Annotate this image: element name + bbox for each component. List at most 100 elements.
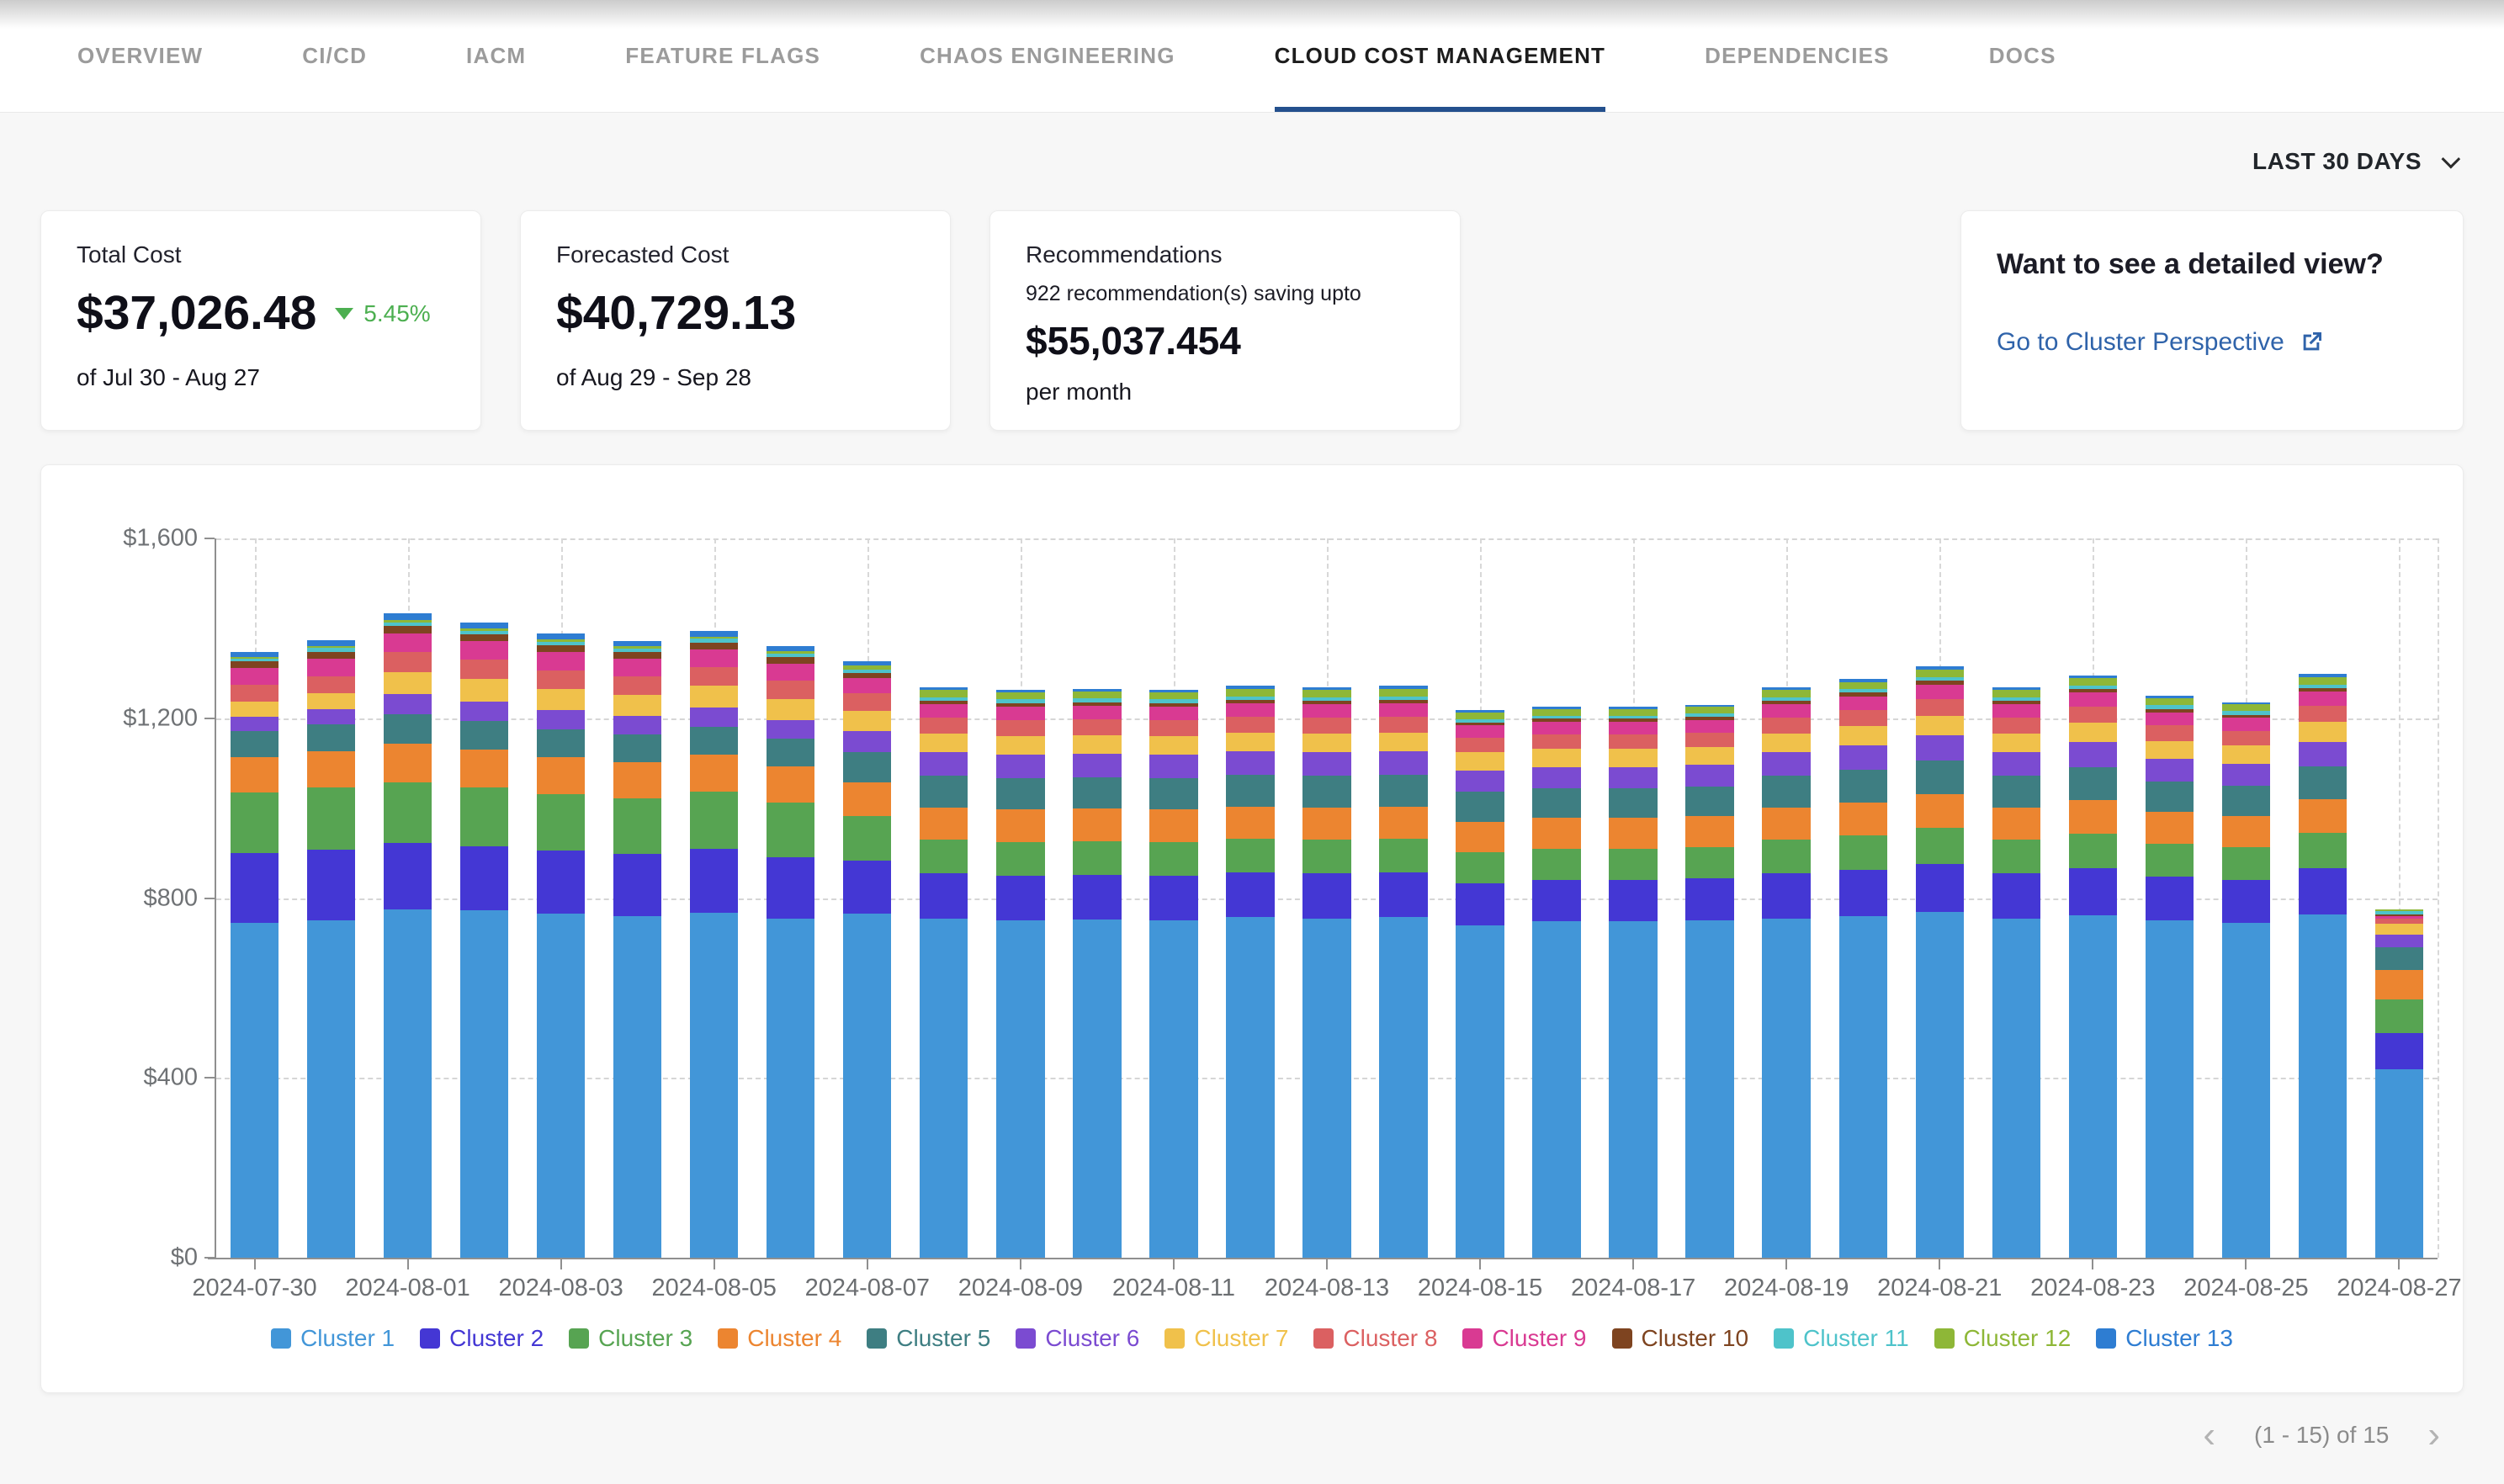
bar-segment-cluster-7[interactable] — [1916, 716, 1964, 736]
bar-segment-cluster-3[interactable] — [307, 787, 355, 850]
bar-segment-cluster-4[interactable] — [1916, 794, 1964, 829]
bar-segment-cluster-1[interactable] — [1685, 920, 1733, 1258]
bar-segment-cluster-7[interactable] — [2069, 723, 2117, 742]
bar-segment-cluster-12[interactable] — [2069, 678, 2117, 686]
bar-segment-cluster-10[interactable] — [231, 661, 279, 667]
bar-segment-cluster-5[interactable] — [2146, 782, 2194, 812]
bar-segment-cluster-3[interactable] — [1456, 852, 1504, 883]
bar-segment-cluster-1[interactable] — [1379, 917, 1427, 1258]
bar-segment-cluster-7[interactable] — [231, 702, 279, 717]
bar-segment-cluster-1[interactable] — [920, 919, 968, 1258]
bar-segment-cluster-7[interactable] — [1685, 747, 1733, 765]
bar-segment-cluster-6[interactable] — [1456, 771, 1504, 792]
bar-segment-cluster-9[interactable] — [2222, 718, 2270, 730]
bar-segment-cluster-12[interactable] — [1456, 713, 1504, 719]
bar-2024-08-05[interactable] — [690, 631, 738, 1258]
bar-segment-cluster-4[interactable] — [2146, 812, 2194, 843]
bar-segment-cluster-3[interactable] — [1916, 828, 1964, 864]
bar-segment-cluster-4[interactable] — [2375, 970, 2423, 999]
bar-segment-cluster-4[interactable] — [1532, 818, 1580, 848]
bar-2024-08-20[interactable] — [1839, 679, 1887, 1258]
bar-segment-cluster-7[interactable] — [2375, 924, 2423, 935]
bar-segment-cluster-9[interactable] — [2299, 692, 2347, 706]
bar-segment-cluster-1[interactable] — [1992, 919, 2040, 1258]
bar-segment-cluster-2[interactable] — [1149, 876, 1197, 920]
bar-2024-08-02[interactable] — [460, 623, 508, 1258]
bar-segment-cluster-9[interactable] — [384, 633, 432, 652]
bar-segment-cluster-4[interactable] — [2299, 799, 2347, 833]
bar-segment-cluster-1[interactable] — [2299, 914, 2347, 1258]
bar-segment-cluster-1[interactable] — [1532, 921, 1580, 1258]
bar-segment-cluster-3[interactable] — [2146, 844, 2194, 877]
bar-segment-cluster-2[interactable] — [996, 876, 1044, 920]
bar-segment-cluster-3[interactable] — [1839, 835, 1887, 870]
bar-segment-cluster-3[interactable] — [231, 792, 279, 853]
bar-segment-cluster-5[interactable] — [460, 721, 508, 750]
bar-segment-cluster-2[interactable] — [1916, 864, 1964, 912]
bar-segment-cluster-1[interactable] — [2069, 915, 2117, 1258]
bar-segment-cluster-5[interactable] — [690, 727, 738, 755]
bar-segment-cluster-6[interactable] — [2375, 935, 2423, 947]
bar-segment-cluster-1[interactable] — [843, 914, 891, 1258]
legend-item-cluster-4[interactable]: Cluster 4 — [718, 1325, 841, 1352]
bar-2024-08-14[interactable] — [1379, 686, 1427, 1258]
bar-segment-cluster-13[interactable] — [460, 623, 508, 628]
bar-segment-cluster-6[interactable] — [2222, 764, 2270, 786]
bar-2024-08-08[interactable] — [920, 687, 968, 1258]
bar-segment-cluster-5[interactable] — [1379, 775, 1427, 806]
bar-segment-cluster-4[interactable] — [843, 782, 891, 816]
bar-segment-cluster-10[interactable] — [613, 652, 661, 659]
bar-segment-cluster-3[interactable] — [537, 794, 585, 851]
bar-segment-cluster-2[interactable] — [1379, 872, 1427, 917]
bar-segment-cluster-1[interactable] — [1149, 920, 1197, 1258]
bar-segment-cluster-10[interactable] — [690, 643, 738, 649]
bar-segment-cluster-6[interactable] — [1839, 745, 1887, 770]
bar-segment-cluster-4[interactable] — [2222, 816, 2270, 847]
bar-segment-cluster-5[interactable] — [1149, 778, 1197, 809]
bar-segment-cluster-2[interactable] — [231, 853, 279, 923]
bar-2024-08-25[interactable] — [2222, 702, 2270, 1258]
bar-segment-cluster-2[interactable] — [1839, 870, 1887, 916]
bar-segment-cluster-5[interactable] — [613, 734, 661, 762]
bar-segment-cluster-1[interactable] — [690, 913, 738, 1258]
bar-2024-08-18[interactable] — [1685, 705, 1733, 1258]
bar-segment-cluster-7[interactable] — [690, 686, 738, 708]
bar-segment-cluster-2[interactable] — [2222, 880, 2270, 923]
bar-segment-cluster-3[interactable] — [1302, 840, 1350, 873]
bar-segment-cluster-5[interactable] — [1762, 776, 1810, 807]
bar-2024-08-09[interactable] — [996, 690, 1044, 1258]
bar-segment-cluster-5[interactable] — [2375, 947, 2423, 970]
bar-segment-cluster-6[interactable] — [537, 710, 585, 729]
bar-segment-cluster-2[interactable] — [2299, 868, 2347, 915]
bar-2024-07-31[interactable] — [307, 640, 355, 1258]
bar-segment-cluster-13[interactable] — [384, 613, 432, 619]
bar-segment-cluster-6[interactable] — [2299, 742, 2347, 766]
bar-segment-cluster-7[interactable] — [1073, 735, 1121, 754]
bar-segment-cluster-3[interactable] — [2222, 847, 2270, 879]
bar-segment-cluster-2[interactable] — [1226, 872, 1274, 917]
bar-segment-cluster-3[interactable] — [2069, 834, 2117, 869]
bar-segment-cluster-12[interactable] — [996, 692, 1044, 700]
bar-segment-cluster-8[interactable] — [2299, 706, 2347, 722]
bar-segment-cluster-6[interactable] — [843, 731, 891, 753]
bar-segment-cluster-12[interactable] — [1762, 690, 1810, 697]
bar-segment-cluster-8[interactable] — [1532, 734, 1580, 749]
bar-segment-cluster-8[interactable] — [690, 667, 738, 686]
bar-segment-cluster-3[interactable] — [613, 798, 661, 854]
bar-segment-cluster-2[interactable] — [537, 851, 585, 914]
bar-segment-cluster-6[interactable] — [996, 755, 1044, 778]
tab-chaos-engineering[interactable]: CHAOS ENGINEERING — [920, 0, 1175, 112]
bar-segment-cluster-4[interactable] — [231, 757, 279, 792]
bar-segment-cluster-5[interactable] — [1916, 761, 1964, 794]
bar-segment-cluster-7[interactable] — [1532, 749, 1580, 766]
bar-segment-cluster-1[interactable] — [537, 914, 585, 1258]
bar-segment-cluster-8[interactable] — [2146, 725, 2194, 740]
bar-segment-cluster-2[interactable] — [1609, 880, 1657, 921]
bar-segment-cluster-1[interactable] — [1916, 912, 1964, 1258]
bar-segment-cluster-1[interactable] — [2222, 923, 2270, 1258]
legend-item-cluster-10[interactable]: Cluster 10 — [1612, 1325, 1749, 1352]
legend-item-cluster-8[interactable]: Cluster 8 — [1313, 1325, 1437, 1352]
bar-segment-cluster-8[interactable] — [1916, 699, 1964, 716]
legend-item-cluster-9[interactable]: Cluster 9 — [1462, 1325, 1586, 1352]
bar-2024-08-24[interactable] — [2146, 696, 2194, 1258]
